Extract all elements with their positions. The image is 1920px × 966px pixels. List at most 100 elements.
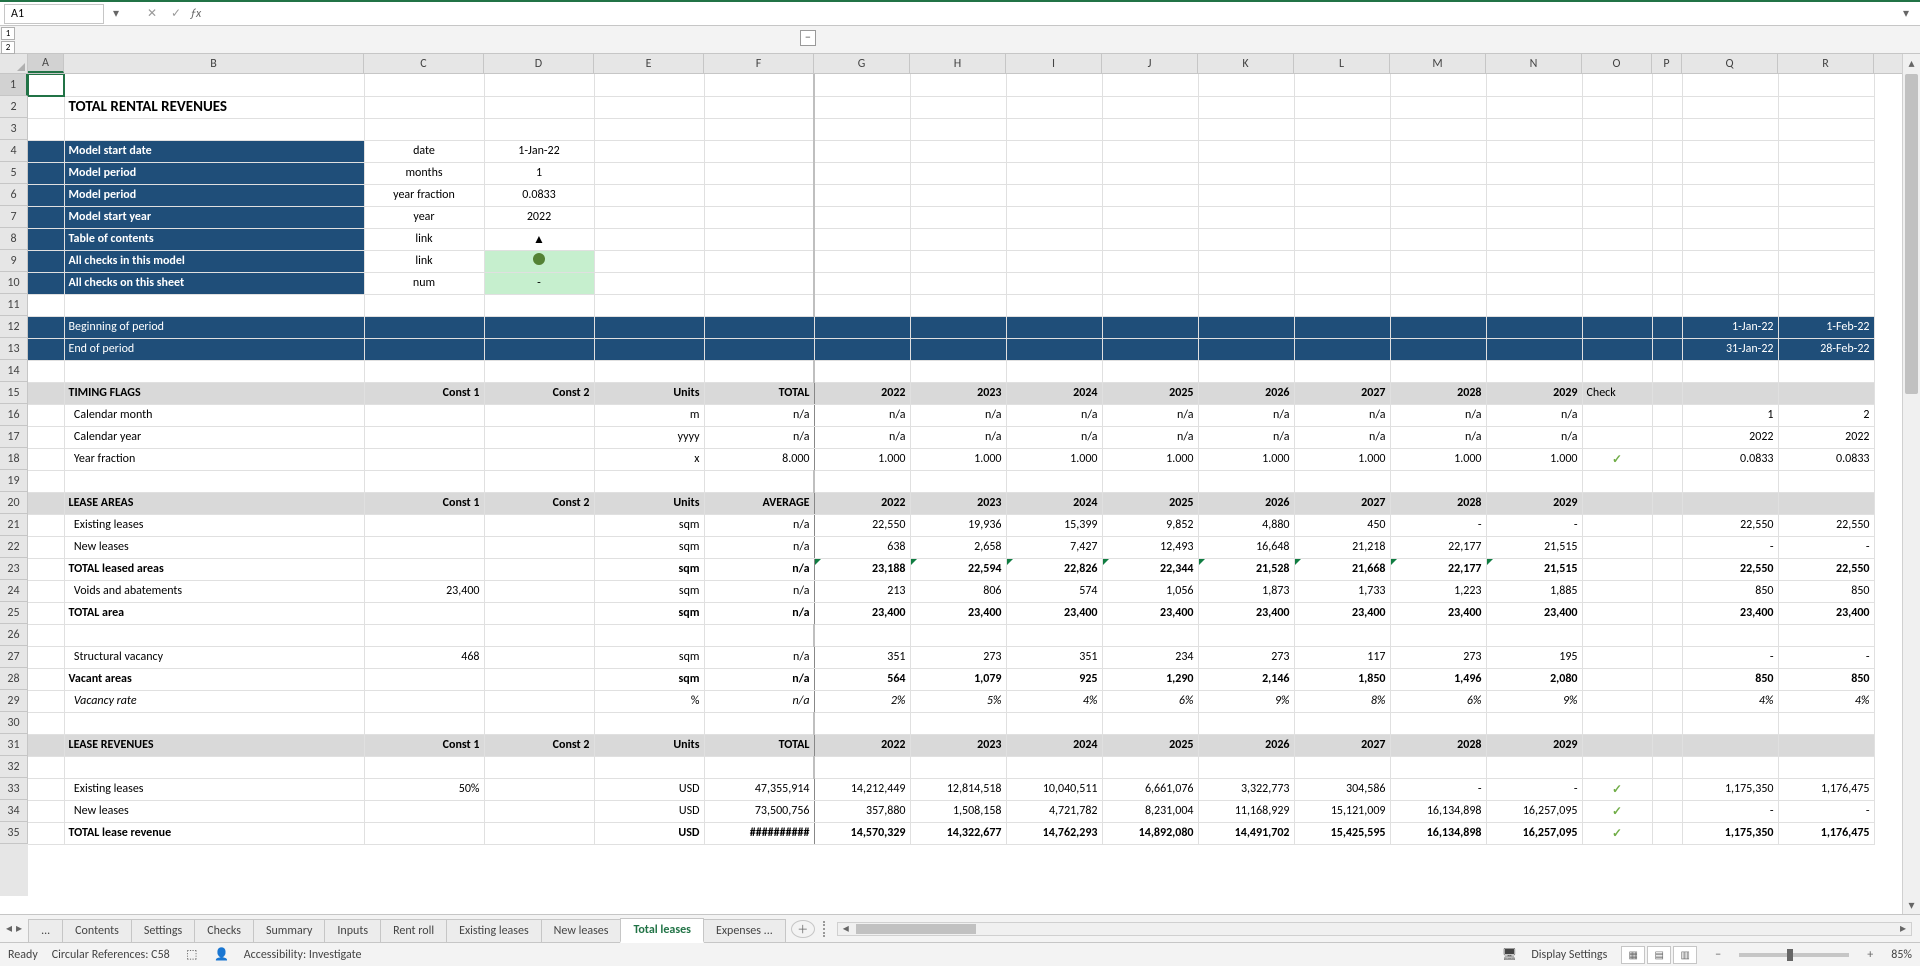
cell[interactable]: 14,762,293 xyxy=(1006,822,1102,844)
cell[interactable] xyxy=(364,294,484,316)
row-header-21[interactable]: 21 xyxy=(0,514,28,536)
cell[interactable] xyxy=(1652,778,1682,800)
cell[interactable] xyxy=(1198,624,1294,646)
cell[interactable] xyxy=(28,250,64,272)
column-header-I[interactable]: I xyxy=(1006,54,1102,73)
cell[interactable]: n/a xyxy=(1390,426,1486,448)
cell[interactable]: Const 2 xyxy=(484,734,594,756)
cell[interactable] xyxy=(1582,756,1652,778)
cell[interactable] xyxy=(594,756,704,778)
cell[interactable] xyxy=(1778,360,1874,382)
cell[interactable] xyxy=(1102,712,1198,734)
cell[interactable] xyxy=(1006,272,1102,294)
cell[interactable] xyxy=(1582,712,1652,734)
cell[interactable] xyxy=(1682,470,1778,492)
cell[interactable] xyxy=(484,338,594,360)
zoom-knob[interactable] xyxy=(1787,949,1793,961)
cell[interactable] xyxy=(484,756,594,778)
cell[interactable] xyxy=(64,294,364,316)
cell[interactable]: year xyxy=(364,206,484,228)
cell[interactable] xyxy=(1006,206,1102,228)
cell[interactable] xyxy=(594,74,704,96)
cell[interactable] xyxy=(1294,624,1390,646)
cell[interactable] xyxy=(704,624,814,646)
cell[interactable]: 2029 xyxy=(1486,734,1582,756)
cell[interactable]: 16,134,898 xyxy=(1390,800,1486,822)
cell[interactable] xyxy=(1582,580,1652,602)
cell[interactable]: Model period xyxy=(64,162,364,184)
cell[interactable]: ########## xyxy=(704,822,814,844)
cell[interactable] xyxy=(364,822,484,844)
cell[interactable] xyxy=(594,206,704,228)
cell[interactable] xyxy=(1582,250,1652,272)
name-box[interactable]: A1 xyxy=(4,4,104,24)
cell[interactable] xyxy=(1390,624,1486,646)
cell[interactable] xyxy=(1390,96,1486,118)
cell[interactable] xyxy=(64,74,364,96)
cell[interactable]: 3,322,773 xyxy=(1198,778,1294,800)
cell[interactable]: 638 xyxy=(814,536,910,558)
cell[interactable]: Const 2 xyxy=(484,492,594,514)
tab-settings[interactable]: Settings xyxy=(131,919,195,942)
cell[interactable]: 15,121,009 xyxy=(1294,800,1390,822)
cell[interactable]: 806 xyxy=(910,580,1006,602)
cell[interactable] xyxy=(364,536,484,558)
cell[interactable] xyxy=(814,338,910,360)
cell[interactable]: 0.0833 xyxy=(1778,448,1874,470)
cell[interactable] xyxy=(1582,624,1652,646)
column-header-J[interactable]: J xyxy=(1102,54,1198,73)
cell[interactable] xyxy=(1582,316,1652,338)
cell[interactable]: Existing leases xyxy=(64,514,364,536)
cell[interactable]: Const 1 xyxy=(364,492,484,514)
cell[interactable]: Year fraction xyxy=(64,448,364,470)
cell[interactable] xyxy=(910,184,1006,206)
cell[interactable] xyxy=(28,536,64,558)
cell[interactable] xyxy=(814,162,910,184)
cell[interactable]: sqm xyxy=(594,514,704,536)
row-header-1[interactable]: 1 xyxy=(0,74,28,96)
row-header-10[interactable]: 10 xyxy=(0,272,28,294)
cell[interactable] xyxy=(1294,470,1390,492)
vertical-scroll-thumb[interactable] xyxy=(1905,74,1918,394)
tab-contents[interactable]: Contents xyxy=(62,919,132,942)
cell[interactable] xyxy=(484,712,594,734)
cell[interactable] xyxy=(1778,96,1874,118)
cell[interactable] xyxy=(1582,646,1652,668)
cell[interactable]: 2022 xyxy=(814,492,910,514)
cell[interactable] xyxy=(484,558,594,580)
row-header-33[interactable]: 33 xyxy=(0,778,28,800)
cell[interactable] xyxy=(910,712,1006,734)
cell[interactable] xyxy=(1682,756,1778,778)
cell[interactable]: 1,850 xyxy=(1294,668,1390,690)
cell[interactable] xyxy=(1198,316,1294,338)
cell[interactable] xyxy=(1102,250,1198,272)
cell[interactable] xyxy=(1198,360,1294,382)
cell[interactable]: 23,400 xyxy=(1198,602,1294,624)
cell[interactable]: 4% xyxy=(1006,690,1102,712)
cell[interactable] xyxy=(1390,118,1486,140)
cell[interactable]: End of period xyxy=(64,338,364,360)
cell[interactable]: 4% xyxy=(1682,690,1778,712)
cell[interactable]: USD xyxy=(594,822,704,844)
formula-expand-icon[interactable]: ▾ xyxy=(1896,6,1916,21)
cell[interactable] xyxy=(1390,140,1486,162)
cell[interactable] xyxy=(364,448,484,470)
cell[interactable]: 16,134,898 xyxy=(1390,822,1486,844)
cell[interactable]: 273 xyxy=(910,646,1006,668)
cell[interactable] xyxy=(1778,712,1874,734)
cell[interactable] xyxy=(1652,316,1682,338)
cell[interactable] xyxy=(484,778,594,800)
cell[interactable] xyxy=(1582,558,1652,580)
column-header-R[interactable]: R xyxy=(1778,54,1874,73)
cell[interactable] xyxy=(1582,228,1652,250)
row-header-23[interactable]: 23 xyxy=(0,558,28,580)
column-header-P[interactable]: P xyxy=(1652,54,1682,73)
cell[interactable]: 1,885 xyxy=(1486,580,1582,602)
cell[interactable]: Calendar year xyxy=(64,426,364,448)
cell[interactable]: 15,399 xyxy=(1006,514,1102,536)
cell[interactable]: 195 xyxy=(1486,646,1582,668)
cell[interactable] xyxy=(364,96,484,118)
cell[interactable]: year fraction xyxy=(364,184,484,206)
cell[interactable]: n/a xyxy=(910,404,1006,426)
cell[interactable] xyxy=(1486,74,1582,96)
